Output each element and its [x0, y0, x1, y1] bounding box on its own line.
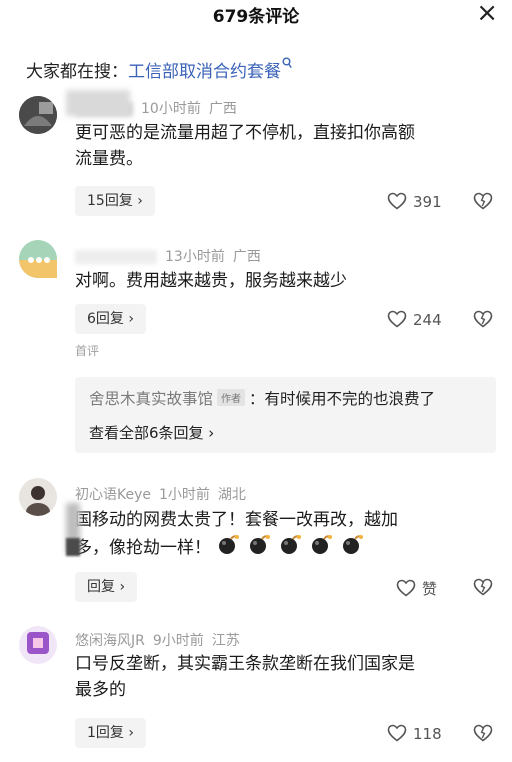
author-badge: 作者 — [217, 389, 246, 406]
bomb-emoji-icon — [341, 533, 363, 555]
comment-username[interactable]: 初心语Keye — [75, 487, 151, 503]
dislike-button[interactable] — [473, 192, 493, 214]
view-replies-button[interactable]: 1回复 › — [75, 718, 146, 748]
comment-text: 更可恶的是流量用超了不停机，直接扣你高额 流量费。 — [75, 120, 495, 172]
redaction-mask — [66, 538, 80, 556]
author-name[interactable]: 舍思木真实故事馆 — [89, 390, 213, 408]
view-replies-button[interactable]: 6回复 › — [75, 304, 146, 334]
comment-count-title: 679条评论 — [212, 7, 300, 27]
author-reply-box: 舍思木真实故事馆 作者 ：有时候用不完的也浪费了 查看全部6条回复 › — [75, 377, 496, 453]
like-control[interactable]: 118 — [387, 724, 442, 743]
comment-meta: 初心语Keye 1小时前 湖北 — [75, 484, 254, 504]
pinned-label: 首评 — [75, 344, 100, 358]
comment-meta: 悠闲海风JR 9小时前 江苏 — [75, 630, 248, 650]
bomb-emoji-icon — [217, 533, 239, 555]
like-control[interactable]: 244 — [387, 310, 442, 329]
comment-region: 广西 — [232, 249, 261, 265]
redaction-mask — [66, 90, 130, 116]
trending-prefix: 大家都在搜： — [26, 62, 128, 82]
username-redacted — [75, 250, 157, 264]
trending-search[interactable]: 大家都在搜：工信部取消合约套餐 — [26, 57, 292, 82]
comment-time: 13小时前 — [165, 249, 225, 265]
comment-line: 最多的 — [75, 680, 126, 700]
avatar[interactable] — [19, 626, 57, 664]
like-control[interactable]: 赞 — [396, 578, 437, 599]
comment-meta: 13小时前 广西 — [75, 246, 269, 266]
dislike-button[interactable] — [473, 724, 493, 746]
comment-text: 口号反垄断，其实霸王条款垄断在我们国家是 最多的 — [75, 651, 495, 703]
author-reply-text: ：有时候用不完的也浪费了 — [249, 390, 436, 408]
comment-time: 1小时前 — [159, 487, 210, 503]
comment-line-wrap: 多，像抢劫一样！ — [75, 533, 495, 563]
comment-time: 10小时前 — [141, 101, 201, 117]
comment-text: 国移动的网费太贵了！套餐一改再改，越加 多，像抢劫一样！ — [75, 507, 495, 563]
comment-line: 流量费。 — [75, 149, 143, 169]
dislike-heart-icon — [473, 192, 493, 210]
dislike-heart-icon — [473, 724, 493, 742]
comment-region: 湖北 — [217, 487, 246, 503]
comment-text: 对啊。费用越来越贵，服务越来越少 — [75, 268, 495, 294]
comment-time: 9小时前 — [152, 633, 204, 649]
comment-line: 更可恶的是流量用超了不停机，直接扣你高额 — [75, 123, 415, 143]
author-reply: 舍思木真实故事馆 作者 ：有时候用不完的也浪费了 — [89, 387, 435, 409]
like-control[interactable]: 391 — [387, 192, 442, 211]
close-button[interactable]: × — [476, 0, 498, 28]
dislike-heart-icon — [473, 310, 493, 328]
comment-line: 对啊。费用越来越贵，服务越来越少 — [75, 271, 347, 291]
bomb-emoji-row — [217, 533, 372, 563]
comment-username[interactable]: 悠闲海风JR — [75, 633, 145, 649]
heart-icon — [387, 192, 407, 210]
bomb-emoji-icon — [248, 533, 270, 555]
like-count: 391 — [413, 193, 442, 211]
avatar[interactable] — [19, 478, 57, 516]
heart-icon — [387, 724, 407, 742]
heart-icon — [387, 310, 407, 328]
comment-line: 口号反垄断，其实霸王条款垄断在我们国家是 — [75, 654, 415, 674]
like-count: 244 — [413, 311, 442, 329]
like-count: 118 — [413, 725, 442, 743]
dislike-button[interactable] — [473, 310, 493, 332]
bomb-emoji-icon — [279, 533, 301, 555]
heart-icon — [396, 579, 416, 597]
view-all-replies-link[interactable]: 查看全部6条回复 › — [89, 422, 214, 443]
comment-line: 国移动的网费太贵了！套餐一改再改，越加 — [75, 510, 398, 530]
bomb-emoji-icon — [310, 533, 332, 555]
avatar[interactable] — [19, 96, 57, 134]
like-label: 赞 — [422, 580, 438, 598]
search-icon — [282, 57, 292, 73]
dislike-button[interactable] — [473, 578, 493, 600]
comments-header: 679条评论 × — [0, 0, 512, 36]
comment-line: 多，像抢劫一样！ — [75, 538, 211, 558]
comment-region: 江苏 — [211, 633, 240, 649]
comment-region: 广西 — [208, 101, 237, 117]
view-replies-button[interactable]: 15回复 › — [75, 186, 155, 216]
trending-topic-link[interactable]: 工信部取消合约套餐 — [128, 62, 281, 82]
dislike-heart-icon — [473, 578, 493, 596]
reply-button[interactable]: 回复 › — [75, 572, 138, 602]
avatar[interactable] — [19, 240, 57, 278]
